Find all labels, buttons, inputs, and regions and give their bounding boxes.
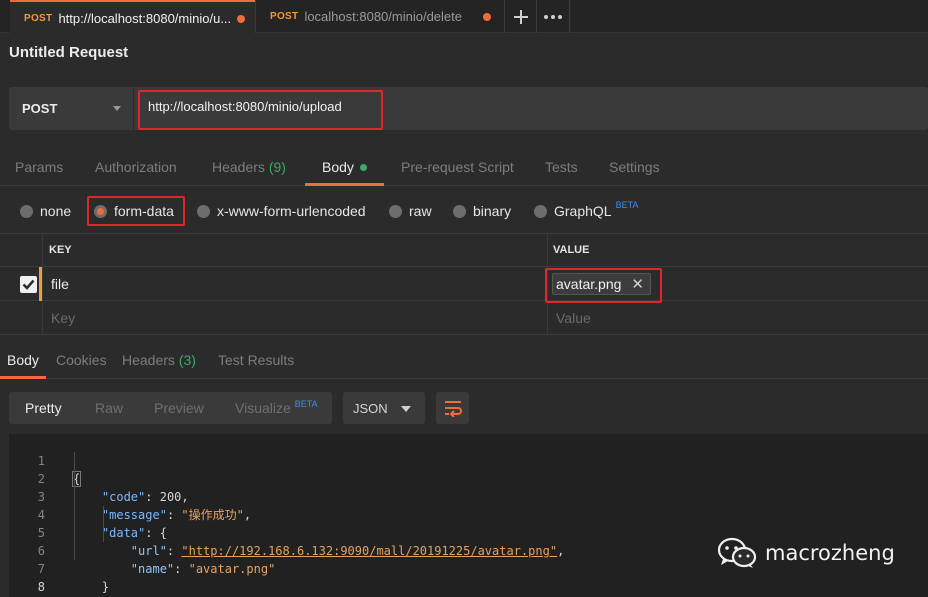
- radio-label: x-www-form-urlencoded: [217, 203, 366, 219]
- tab-authorization[interactable]: Authorization: [95, 159, 177, 175]
- body-indicator-dot-icon: [359, 164, 367, 171]
- method-select[interactable]: POST: [9, 87, 134, 130]
- checkmark-icon: [22, 279, 35, 290]
- code-line: 4 "data": {: [9, 488, 928, 540]
- code-text: }: [73, 580, 110, 594]
- radio-icon: [20, 204, 33, 218]
- radio-label: GraphQL: [554, 203, 612, 219]
- request-title[interactable]: Untitled Request: [9, 44, 128, 61]
- body-type-graphql[interactable]: GraphQL BETA: [534, 200, 639, 219]
- response-view-switcher: Pretty Raw Preview Visualize BETA: [9, 392, 332, 424]
- chevron-down-icon: [401, 406, 411, 412]
- file-chip[interactable]: avatar.png ✕: [552, 273, 651, 295]
- tab-bar: POST http://localhost:8080/minio/u... PO…: [0, 0, 928, 34]
- tab-method: POST: [270, 11, 299, 22]
- radio-selected-icon: [94, 204, 107, 218]
- wechat-logo-icon: [717, 537, 757, 568]
- view-visualize[interactable]: Visualize BETA: [235, 399, 318, 416]
- radio-icon: [453, 204, 466, 218]
- body-type-form-data[interactable]: form-data: [94, 203, 174, 219]
- format-select[interactable]: JSON: [343, 392, 425, 424]
- radio-label: raw: [409, 203, 432, 219]
- response-tab-underline: [0, 376, 46, 379]
- url-bar: POST http://localhost:8080/minio/upload: [9, 87, 928, 130]
- table-row-empty: Key Value: [0, 301, 928, 335]
- body-type-none[interactable]: none: [20, 203, 71, 219]
- chevron-down-icon: [113, 106, 121, 111]
- body-type-urlencoded[interactable]: x-www-form-urlencoded: [197, 203, 366, 219]
- unsaved-dot-icon: [237, 15, 245, 23]
- tab-tests[interactable]: Tests: [545, 159, 578, 175]
- tab-headers[interactable]: Headers (9): [212, 159, 286, 175]
- value-input[interactable]: Value: [556, 310, 591, 326]
- code-line: 5 "url": "http://192.168.6.132:9090/mall…: [9, 506, 928, 558]
- response-tab-cookies[interactable]: Cookies: [56, 352, 107, 368]
- tab-method: POST: [24, 12, 53, 24]
- table-header: KEY VALUE: [0, 233, 928, 267]
- value-column-header: VALUE: [553, 244, 590, 256]
- tab-params[interactable]: Params: [15, 159, 63, 175]
- line-number: 8: [37, 580, 45, 594]
- request-tab-delete[interactable]: POST localhost:8080/minio/delete: [256, 0, 501, 33]
- response-tab-test-results[interactable]: Test Results: [218, 352, 294, 368]
- key-input[interactable]: Key: [51, 310, 75, 326]
- tab-title: localhost:8080/minio/delete: [304, 9, 462, 24]
- view-preview[interactable]: Preview: [154, 400, 204, 416]
- response-headers-label: Headers: [122, 352, 175, 368]
- remove-file-icon[interactable]: ✕: [631, 275, 644, 293]
- code-line: 2 "code": 200,: [9, 452, 928, 504]
- key-cell[interactable]: file: [51, 276, 69, 292]
- format-value: JSON: [353, 400, 388, 416]
- headers-count: (9): [268, 159, 286, 175]
- key-column-header: KEY: [49, 244, 72, 256]
- unsaved-dot-icon: [483, 13, 491, 21]
- code-line: 1 {: [9, 434, 928, 487]
- wrap-lines-icon: [444, 401, 462, 417]
- view-pretty[interactable]: Pretty: [25, 400, 62, 416]
- radio-label: form-data: [114, 203, 174, 219]
- more-horizontal-icon: [544, 14, 562, 19]
- radio-icon: [534, 204, 547, 218]
- radio-label: binary: [473, 203, 512, 219]
- visualize-label: Visualize: [235, 400, 291, 416]
- active-tab-underline: [305, 183, 384, 186]
- request-tab-upload[interactable]: POST http://localhost:8080/minio/u...: [10, 0, 255, 34]
- watermark: macrozheng: [717, 537, 895, 569]
- radio-label: none: [40, 203, 72, 219]
- table-row: file avatar.png ✕: [0, 267, 928, 301]
- response-code-viewer[interactable]: 1 { 2 "code": 200, 3 "message": "操作成功", …: [9, 434, 928, 597]
- tab-title: http://localhost:8080/minio/u...: [58, 10, 232, 26]
- tab-prerequest-script[interactable]: Pre-request Script: [401, 159, 514, 175]
- view-raw[interactable]: Raw: [95, 400, 123, 416]
- row-enabled-checkbox[interactable]: [20, 276, 37, 293]
- beta-badge: BETA: [615, 200, 639, 210]
- indent-guide: [103, 506, 104, 542]
- watermark-text: macrozheng: [765, 541, 895, 565]
- indent-guide: [74, 452, 75, 560]
- radio-icon: [197, 204, 210, 218]
- response-tab-body[interactable]: Body: [7, 352, 39, 368]
- new-tab-button[interactable]: [507, 0, 535, 33]
- request-subtabs: Params Authorization Headers (9) Body Pr…: [0, 150, 928, 186]
- method-value: POST: [22, 101, 58, 116]
- body-type-binary[interactable]: binary: [453, 203, 511, 219]
- tab-settings[interactable]: Settings: [609, 159, 660, 175]
- wrap-lines-button[interactable]: [436, 392, 469, 424]
- tab-body-label: Body: [322, 159, 354, 175]
- response-headers-count: (3): [178, 352, 196, 368]
- plus-icon: [514, 9, 528, 24]
- code-line: 3 "message": "操作成功",: [9, 470, 928, 522]
- url-input[interactable]: http://localhost:8080/minio/upload: [148, 95, 342, 114]
- more-tabs-button[interactable]: [538, 0, 568, 33]
- radio-icon: [389, 204, 402, 218]
- beta-badge: BETA: [294, 399, 318, 409]
- body-type-raw[interactable]: raw: [389, 203, 432, 219]
- tab-headers-label: Headers: [212, 159, 265, 175]
- tab-body[interactable]: Body: [322, 159, 367, 175]
- response-tab-headers[interactable]: Headers (3): [122, 352, 196, 368]
- response-tabs: Body Cookies Headers (3) Test Results: [0, 346, 928, 379]
- file-name: avatar.png: [556, 276, 622, 292]
